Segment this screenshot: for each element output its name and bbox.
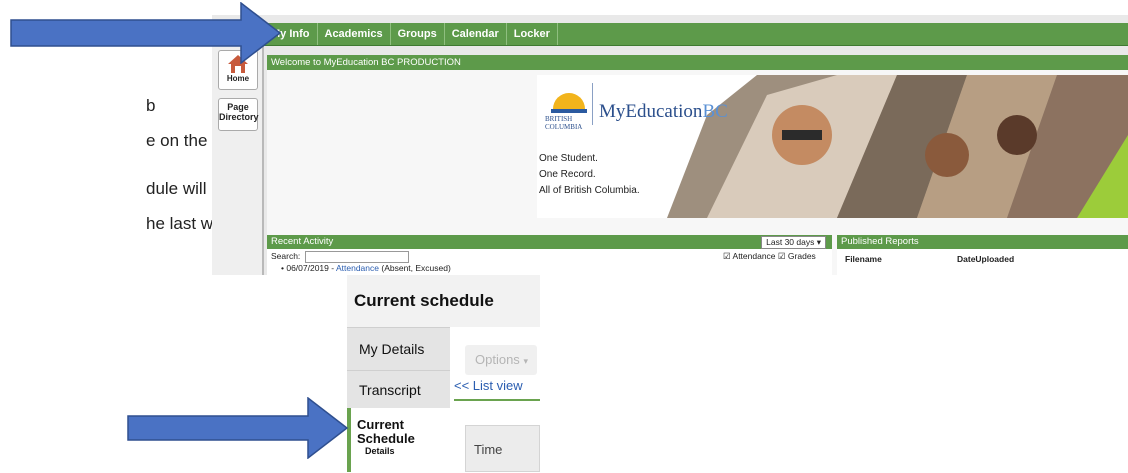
page-directory-label-1: Page <box>227 102 249 112</box>
current-label-2: Schedule <box>357 431 415 446</box>
sidebar-item-transcript[interactable]: Transcript <box>347 370 450 408</box>
time-column-header: Time <box>465 425 540 472</box>
activity-filters: ☑ Attendance ☑ Grades <box>723 251 816 262</box>
province-name: BRITISH COLUMBIA <box>545 115 582 131</box>
brand-bc: BC <box>702 101 728 122</box>
list-view-link[interactable]: << List view <box>454 378 523 393</box>
grades-label: Grades <box>787 251 816 261</box>
main-pane: Welcome to MyEducation BC PRODUCTION BRI… <box>267 55 1128 275</box>
tagline: One Student. One Record. All of British … <box>539 151 640 199</box>
divider <box>454 399 540 401</box>
search-label: Search: <box>271 251 301 261</box>
details-sublabel: Details <box>365 446 395 456</box>
search-input[interactable] <box>305 251 409 263</box>
sidebar-item-my-details[interactable]: My Details <box>347 327 450 370</box>
chevron-down-icon: ▾ <box>816 237 821 247</box>
published-reports-header: Published Reports <box>837 235 1128 249</box>
options-label: Options <box>475 352 520 367</box>
recent-activity-header: Recent Activity Last 30 days ▾ <box>267 235 832 249</box>
tab-groups[interactable]: Groups <box>391 23 445 45</box>
attendance-checkbox[interactable]: ☑ <box>723 251 731 261</box>
tab-locker[interactable]: Locker <box>507 23 558 45</box>
tab-calendar[interactable]: Calendar <box>445 23 507 45</box>
province-line-2: COLUMBIA <box>545 123 583 131</box>
attendance-label: Attendance <box>732 251 776 261</box>
page-title: Current schedule <box>347 275 540 327</box>
range-value: Last 30 days <box>766 237 815 247</box>
published-reports-panel: Published Reports Filename DateUploaded <box>837 235 1128 275</box>
brand-main: MyEducation <box>599 101 703 122</box>
banner: BRITISH COLUMBIA MyEducationBC One Stude… <box>537 75 1128 218</box>
attendance-link[interactable]: Attendance <box>336 263 379 273</box>
current-label-1: Current <box>357 417 404 432</box>
recent-activity-title: Recent Activity <box>271 236 334 247</box>
brand-title: MyEducationBC <box>599 101 728 123</box>
arrow-right-icon <box>10 2 282 64</box>
side-menu: Home Page Directory <box>212 45 264 275</box>
instruction-line-1: b <box>146 96 156 115</box>
current-schedule-panel: Current schedule My Details Transcript C… <box>347 275 540 472</box>
range-select[interactable]: Last 30 days ▾ <box>761 236 826 249</box>
grades-checkbox[interactable]: ☑ <box>778 251 786 261</box>
tab-academics[interactable]: Academics <box>318 23 391 45</box>
myeducation-app: My Info Academics Groups Calendar Locker… <box>212 15 1128 275</box>
list-item: • 06/07/2019 - Attendance (Absent, Excus… <box>281 263 451 273</box>
entry-note: (Absent, Excused) <box>379 263 451 273</box>
recent-activity-panel: Recent Activity Last 30 days ▾ Search: ☑… <box>267 235 832 275</box>
welcome-bar: Welcome to MyEducation BC PRODUCTION <box>267 55 1128 70</box>
sidebar-item-current-schedule[interactable]: Current Schedule Details <box>347 408 450 472</box>
arrow-right-icon-2 <box>127 397 349 459</box>
page-directory-button[interactable]: Page Directory <box>218 98 259 131</box>
province-line-1: BRITISH <box>545 115 573 123</box>
filename-header: Filename <box>845 254 882 264</box>
entry-date: 06/07/2019 - <box>286 263 336 273</box>
date-uploaded-header: DateUploaded <box>957 254 1015 264</box>
tagline-line-2: One Record. <box>539 169 596 180</box>
options-button[interactable]: Options ▾ <box>465 345 537 375</box>
chevron-down-icon: ▾ <box>523 356 528 366</box>
logo-divider <box>592 83 593 125</box>
tagline-line-3: All of British Columbia. <box>539 185 640 196</box>
tagline-line-1: One Student. <box>539 153 598 164</box>
top-navigation: My Info Academics Groups Calendar Locker <box>264 23 1128 46</box>
bc-sun-logo-icon <box>551 93 587 113</box>
page-directory-label-2: Directory <box>219 112 259 122</box>
home-label: Home <box>226 74 250 83</box>
